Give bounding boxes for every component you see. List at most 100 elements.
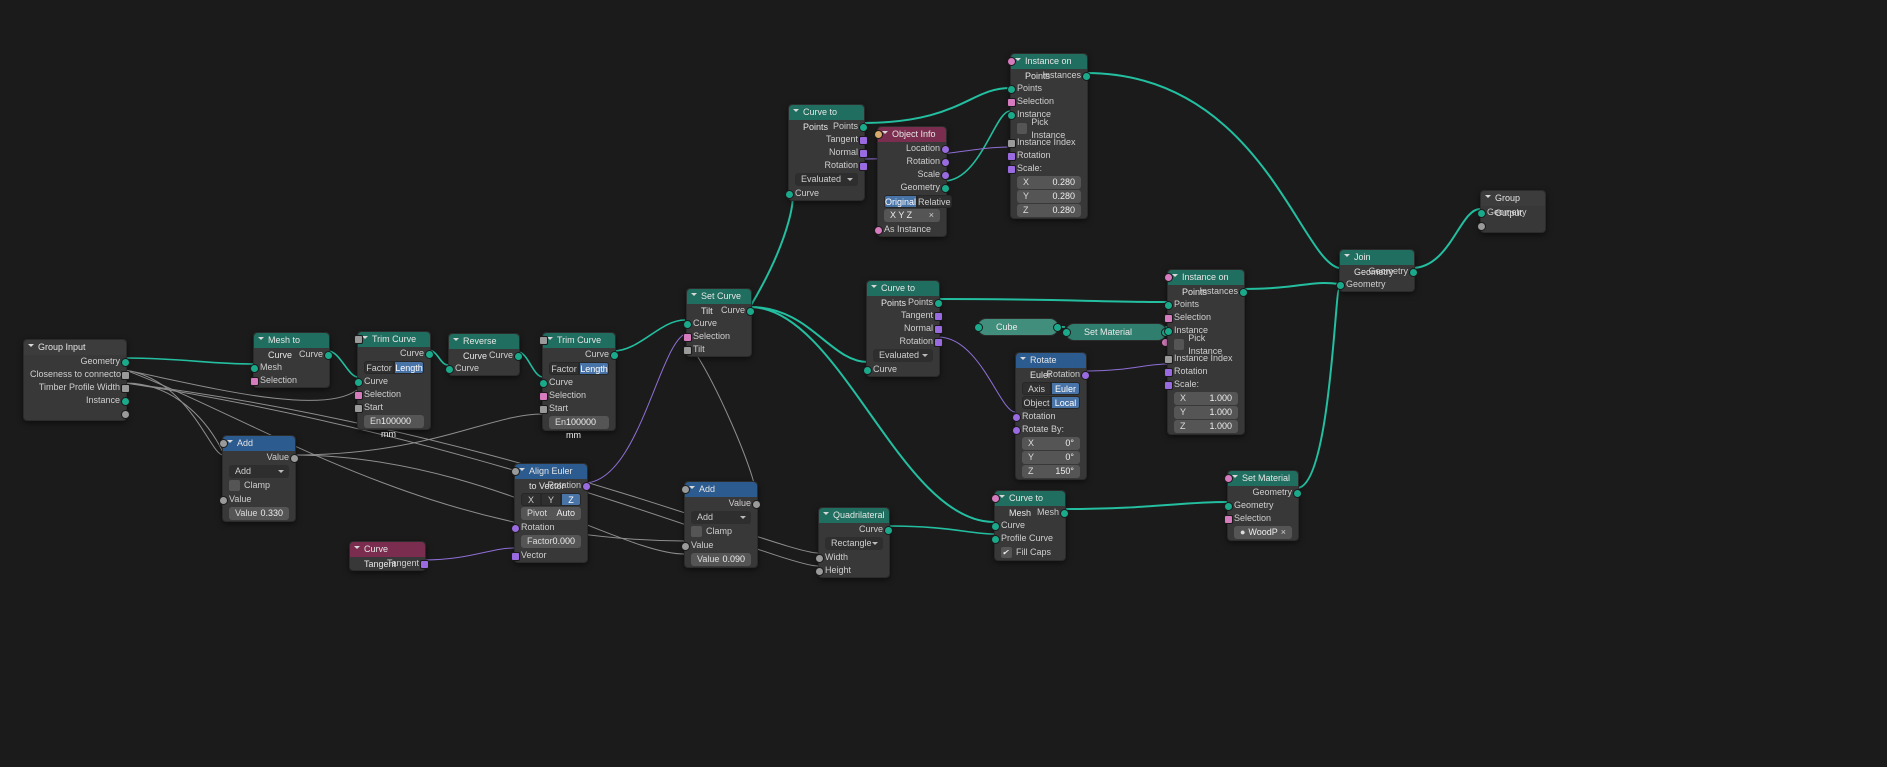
node-rotate-euler[interactable]: Rotate Euler Rotation Axis AngleEuler Ob… bbox=[1015, 352, 1087, 480]
out-closeness: Closeness to connector bbox=[24, 368, 126, 381]
in-rotation: Rotation bbox=[1011, 149, 1087, 162]
field-scale-z[interactable]: Z0.280 bbox=[1017, 204, 1081, 217]
node-group-input[interactable]: Group Input Geometry Closeness to connec… bbox=[23, 339, 127, 421]
checkbox-clamp[interactable]: Clamp bbox=[691, 525, 751, 538]
out-curve: Curve bbox=[449, 349, 519, 362]
node-quadrilateral[interactable]: Quadrilateral Curve Rectangle Width Heig… bbox=[818, 507, 890, 578]
out-rotation: Rotation bbox=[878, 155, 946, 168]
checkbox-clamp[interactable]: Clamp bbox=[229, 479, 289, 492]
node-header[interactable]: Curve Tangent bbox=[350, 542, 425, 557]
in-rotation: Rotation bbox=[1168, 365, 1244, 378]
field-factor[interactable]: Factor0.000 bbox=[521, 535, 581, 548]
node-header[interactable]: Curve to Mesh bbox=[995, 491, 1065, 506]
in-curve: Curve bbox=[449, 362, 519, 375]
node-header[interactable]: Trim Curve bbox=[358, 332, 430, 347]
field-scale-y[interactable]: Y1.000 bbox=[1174, 406, 1238, 419]
node-header[interactable]: Instance on Points bbox=[1011, 54, 1087, 69]
seg-mode[interactable]: FactorLength bbox=[549, 362, 609, 375]
out-rotation: Rotation bbox=[515, 479, 587, 492]
node-header[interactable]: Instance on Points bbox=[1168, 270, 1244, 285]
node-curve-to-points-2[interactable]: Curve to Points Points Tangent Normal Ro… bbox=[866, 280, 940, 377]
node-cube-collapsed[interactable]: Cube bbox=[977, 318, 1059, 336]
in-points: Points bbox=[1011, 82, 1087, 95]
node-reverse-curve[interactable]: Reverse Curve Curve Curve bbox=[448, 333, 520, 376]
node-header[interactable]: Add bbox=[223, 436, 295, 451]
in-vector: Vector bbox=[515, 549, 587, 562]
node-header[interactable]: Set Material bbox=[1228, 471, 1298, 486]
node-header[interactable]: Rotate Euler bbox=[1016, 353, 1086, 368]
node-join-geometry[interactable]: Join Geometry Geometry Geometry bbox=[1339, 249, 1415, 292]
in-curve: Curve bbox=[687, 317, 751, 330]
node-add-1[interactable]: Add Value Add Clamp Value Value0.330 bbox=[222, 435, 296, 522]
in-selection: Selection bbox=[1011, 95, 1087, 108]
field-scale-y[interactable]: Y0.280 bbox=[1017, 190, 1081, 203]
field-value[interactable]: Value0.330 bbox=[229, 507, 289, 520]
in-pick-instance[interactable]: Pick Instance bbox=[1017, 122, 1081, 135]
out-geometry: Geometry bbox=[1228, 486, 1298, 499]
field-scale-z[interactable]: Z1.000 bbox=[1174, 420, 1238, 433]
node-trim-curve-2[interactable]: Trim Curve Curve FactorLength Curve Sele… bbox=[542, 332, 616, 431]
dropdown-pivot[interactable]: PivotAuto bbox=[521, 507, 581, 520]
node-trim-curve-1[interactable]: Trim Curve Curve FactorLength Curve Sele… bbox=[357, 331, 431, 430]
node-object-info[interactable]: Object Info Location Rotation Scale Geom… bbox=[877, 126, 947, 237]
field-y[interactable]: Y0° bbox=[1022, 451, 1080, 464]
dropdown-operation[interactable]: Add bbox=[229, 465, 289, 478]
node-header[interactable]: Curve to Points bbox=[867, 281, 939, 296]
out-points: Points bbox=[789, 120, 864, 133]
field-end[interactable]: En100000 mm bbox=[549, 416, 609, 429]
dropdown-mode[interactable]: Evaluated bbox=[873, 349, 933, 362]
node-header[interactable]: Align Euler to Vector bbox=[515, 464, 587, 479]
node-set-material[interactable]: Set Material Geometry Geometry Selection… bbox=[1227, 470, 1299, 541]
in-curve: Curve bbox=[789, 187, 864, 200]
node-header[interactable]: Join Geometry bbox=[1340, 250, 1414, 265]
field-x[interactable]: X0° bbox=[1022, 437, 1080, 450]
node-instance-on-points-2[interactable]: Instance on Points Instances Points Sele… bbox=[1167, 269, 1245, 435]
dropdown-mode[interactable]: Rectangle bbox=[825, 537, 883, 550]
field-end[interactable]: En100000 mm bbox=[364, 415, 424, 428]
in-as-instance: As Instance bbox=[878, 223, 946, 236]
in-mesh: Mesh bbox=[254, 361, 329, 374]
in-instance-index: Instance Index bbox=[1011, 136, 1087, 149]
node-header[interactable]: Trim Curve bbox=[543, 333, 615, 348]
seg-space[interactable]: OriginalRelative bbox=[884, 195, 940, 208]
node-header[interactable]: Reverse Curve bbox=[449, 334, 519, 349]
node-header[interactable]: Mesh to Curve bbox=[254, 333, 329, 348]
node-add-2[interactable]: Add Value Add Clamp Value Value0.090 bbox=[684, 481, 758, 568]
node-header[interactable]: Add bbox=[685, 482, 757, 497]
out-geometry: Geometry bbox=[24, 355, 126, 368]
node-header[interactable]: Group Output bbox=[1481, 191, 1545, 206]
seg-axis[interactable]: XYZ bbox=[521, 493, 581, 506]
field-object[interactable]: X Y Z× bbox=[884, 209, 940, 222]
field-scale-x[interactable]: X0.280 bbox=[1017, 176, 1081, 189]
node-set-material-collapsed[interactable]: Set Material bbox=[1065, 323, 1167, 341]
in-geometry: Geometry bbox=[1481, 206, 1545, 219]
in-instance: Instance bbox=[1011, 108, 1087, 121]
node-curve-to-points-1[interactable]: Curve to Points Points Tangent Normal Ro… bbox=[788, 104, 865, 201]
checkbox-fill-caps[interactable]: Fill Caps bbox=[1001, 546, 1059, 559]
node-curve-to-mesh[interactable]: Curve to Mesh Mesh Curve Profile Curve F… bbox=[994, 490, 1066, 561]
dropdown-operation[interactable]: Add bbox=[691, 511, 751, 524]
field-scale-x[interactable]: X1.000 bbox=[1174, 392, 1238, 405]
node-header[interactable]: Group Input bbox=[24, 340, 126, 355]
field-z[interactable]: Z150° bbox=[1022, 465, 1080, 478]
in-height: Height bbox=[819, 564, 889, 577]
node-header[interactable]: Object Info bbox=[878, 127, 946, 142]
node-curve-tangent[interactable]: Curve Tangent Tangent bbox=[349, 541, 426, 571]
node-group-output[interactable]: Group Output Geometry bbox=[1480, 190, 1546, 233]
field-material[interactable]: ●WoodP× bbox=[1234, 526, 1292, 539]
seg-type[interactable]: Axis AngleEuler bbox=[1022, 382, 1080, 395]
seg-space[interactable]: ObjectLocal bbox=[1022, 396, 1080, 409]
node-set-curve-tilt[interactable]: Set Curve Tilt Curve Curve Selection Til… bbox=[686, 288, 752, 357]
node-header[interactable]: Set Curve Tilt bbox=[687, 289, 751, 304]
node-header[interactable]: Curve to Points bbox=[789, 105, 864, 120]
seg-mode[interactable]: FactorLength bbox=[364, 361, 424, 374]
node-mesh-to-curve[interactable]: Mesh to Curve Curve Mesh Selection bbox=[253, 332, 330, 388]
node-align-euler[interactable]: Align Euler to Vector Rotation XYZ Pivot… bbox=[514, 463, 588, 563]
in-pick-instance[interactable]: Pick Instance bbox=[1174, 338, 1238, 351]
node-instance-on-points-1[interactable]: Instance on Points Instances Points Sele… bbox=[1010, 53, 1088, 219]
dropdown-mode[interactable]: Evaluated bbox=[795, 173, 858, 186]
in-value: Value bbox=[685, 539, 757, 552]
in-curve: Curve bbox=[358, 375, 430, 388]
field-value[interactable]: Value0.090 bbox=[691, 553, 751, 566]
node-header[interactable]: Quadrilateral bbox=[819, 508, 889, 523]
